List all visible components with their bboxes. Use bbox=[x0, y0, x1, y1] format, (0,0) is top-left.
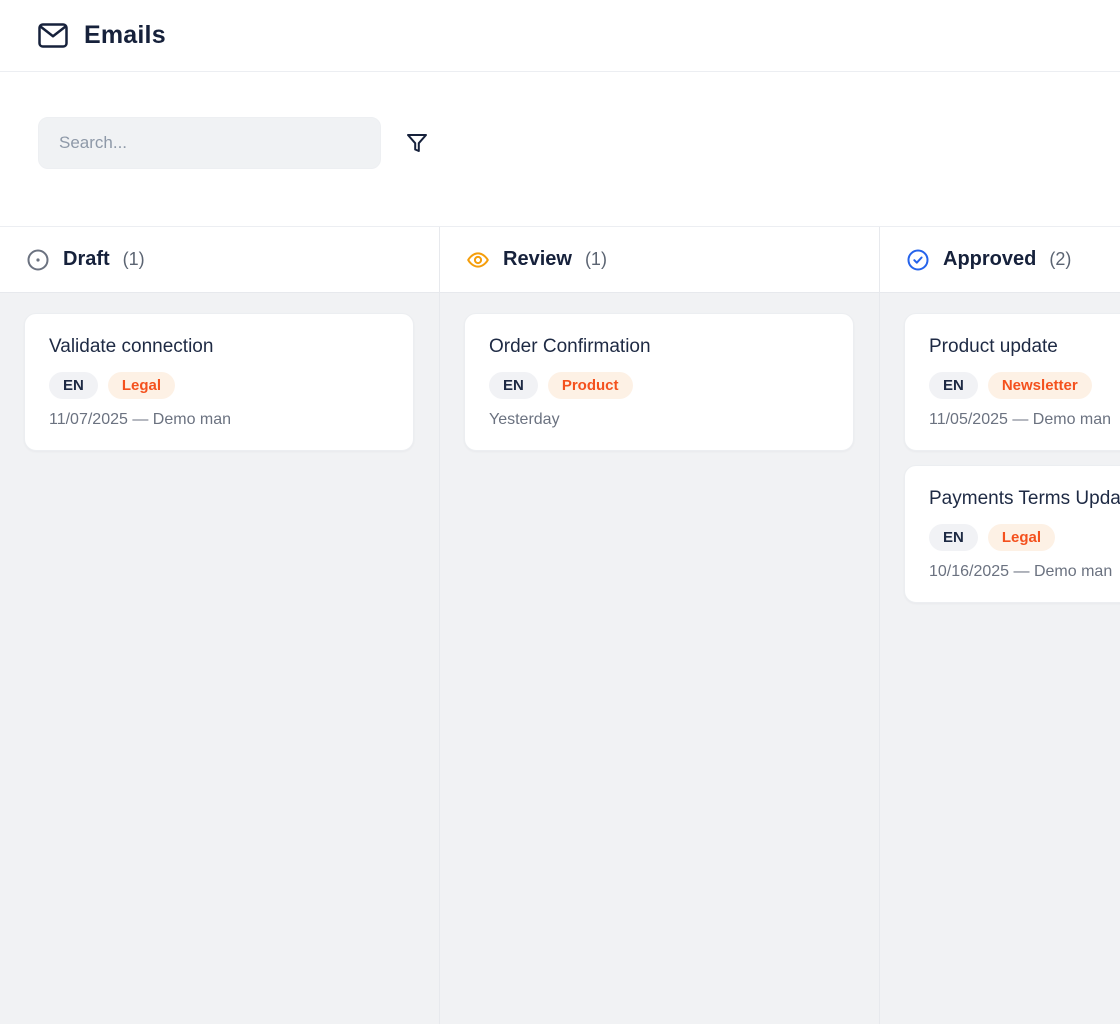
board-column-review: Review (1) Order Confirmation EN Product… bbox=[440, 227, 880, 1024]
category-badge: Newsletter bbox=[988, 372, 1092, 399]
email-title: Validate connection bbox=[49, 336, 389, 358]
category-badge: Legal bbox=[108, 372, 175, 399]
kanban-board: Draft (1) Validate connection EN Legal 1… bbox=[0, 227, 1120, 1024]
circle-check-icon bbox=[906, 248, 930, 272]
column-header: Review (1) bbox=[440, 227, 879, 293]
email-meta: 11/05/2025 — Demo man bbox=[929, 411, 1120, 429]
language-badge: EN bbox=[929, 524, 978, 551]
circle-dot-icon bbox=[26, 248, 50, 272]
email-meta: Yesterday bbox=[489, 411, 829, 429]
toolbar bbox=[0, 72, 1120, 227]
board-column-draft: Draft (1) Validate connection EN Legal 1… bbox=[0, 227, 440, 1024]
column-body: Validate connection EN Legal 11/07/2025 … bbox=[0, 293, 439, 1024]
page-header: Emails bbox=[0, 0, 1120, 72]
email-title: Order Confirmation bbox=[489, 336, 829, 358]
column-count: (1) bbox=[123, 249, 145, 270]
page-title: Emails bbox=[84, 21, 166, 50]
email-meta: 11/07/2025 — Demo man bbox=[49, 411, 389, 429]
column-label: Review bbox=[503, 248, 572, 271]
column-header: Draft (1) bbox=[0, 227, 439, 293]
filter-button[interactable] bbox=[405, 131, 429, 155]
language-badge: EN bbox=[489, 372, 538, 399]
email-card[interactable]: Validate connection EN Legal 11/07/2025 … bbox=[24, 313, 414, 451]
badge-row: EN Legal bbox=[929, 524, 1120, 551]
column-count: (1) bbox=[585, 249, 607, 270]
email-title: Product update bbox=[929, 336, 1120, 358]
category-badge: Product bbox=[548, 372, 633, 399]
column-body: Product update EN Newsletter 11/05/2025 … bbox=[880, 293, 1120, 1024]
mail-icon bbox=[38, 23, 68, 48]
search-input[interactable] bbox=[38, 117, 381, 169]
badge-row: EN Product bbox=[489, 372, 829, 399]
funnel-icon bbox=[405, 131, 429, 155]
email-card[interactable]: Payments Terms Update EN Legal 10/16/202… bbox=[904, 465, 1120, 603]
language-badge: EN bbox=[929, 372, 978, 399]
email-meta: 10/16/2025 — Demo man bbox=[929, 563, 1120, 581]
column-count: (2) bbox=[1049, 249, 1071, 270]
board-column-approved: Approved (2) Product update EN Newslette… bbox=[880, 227, 1120, 1024]
column-body: Order Confirmation EN Product Yesterday bbox=[440, 293, 879, 1024]
email-card[interactable]: Order Confirmation EN Product Yesterday bbox=[464, 313, 854, 451]
badge-row: EN Newsletter bbox=[929, 372, 1120, 399]
column-label: Approved bbox=[943, 248, 1036, 271]
language-badge: EN bbox=[49, 372, 98, 399]
column-label: Draft bbox=[63, 248, 110, 271]
category-badge: Legal bbox=[988, 524, 1055, 551]
eye-icon bbox=[466, 248, 490, 272]
email-card[interactable]: Product update EN Newsletter 11/05/2025 … bbox=[904, 313, 1120, 451]
badge-row: EN Legal bbox=[49, 372, 389, 399]
column-header: Approved (2) bbox=[880, 227, 1120, 293]
email-title: Payments Terms Update bbox=[929, 488, 1120, 510]
